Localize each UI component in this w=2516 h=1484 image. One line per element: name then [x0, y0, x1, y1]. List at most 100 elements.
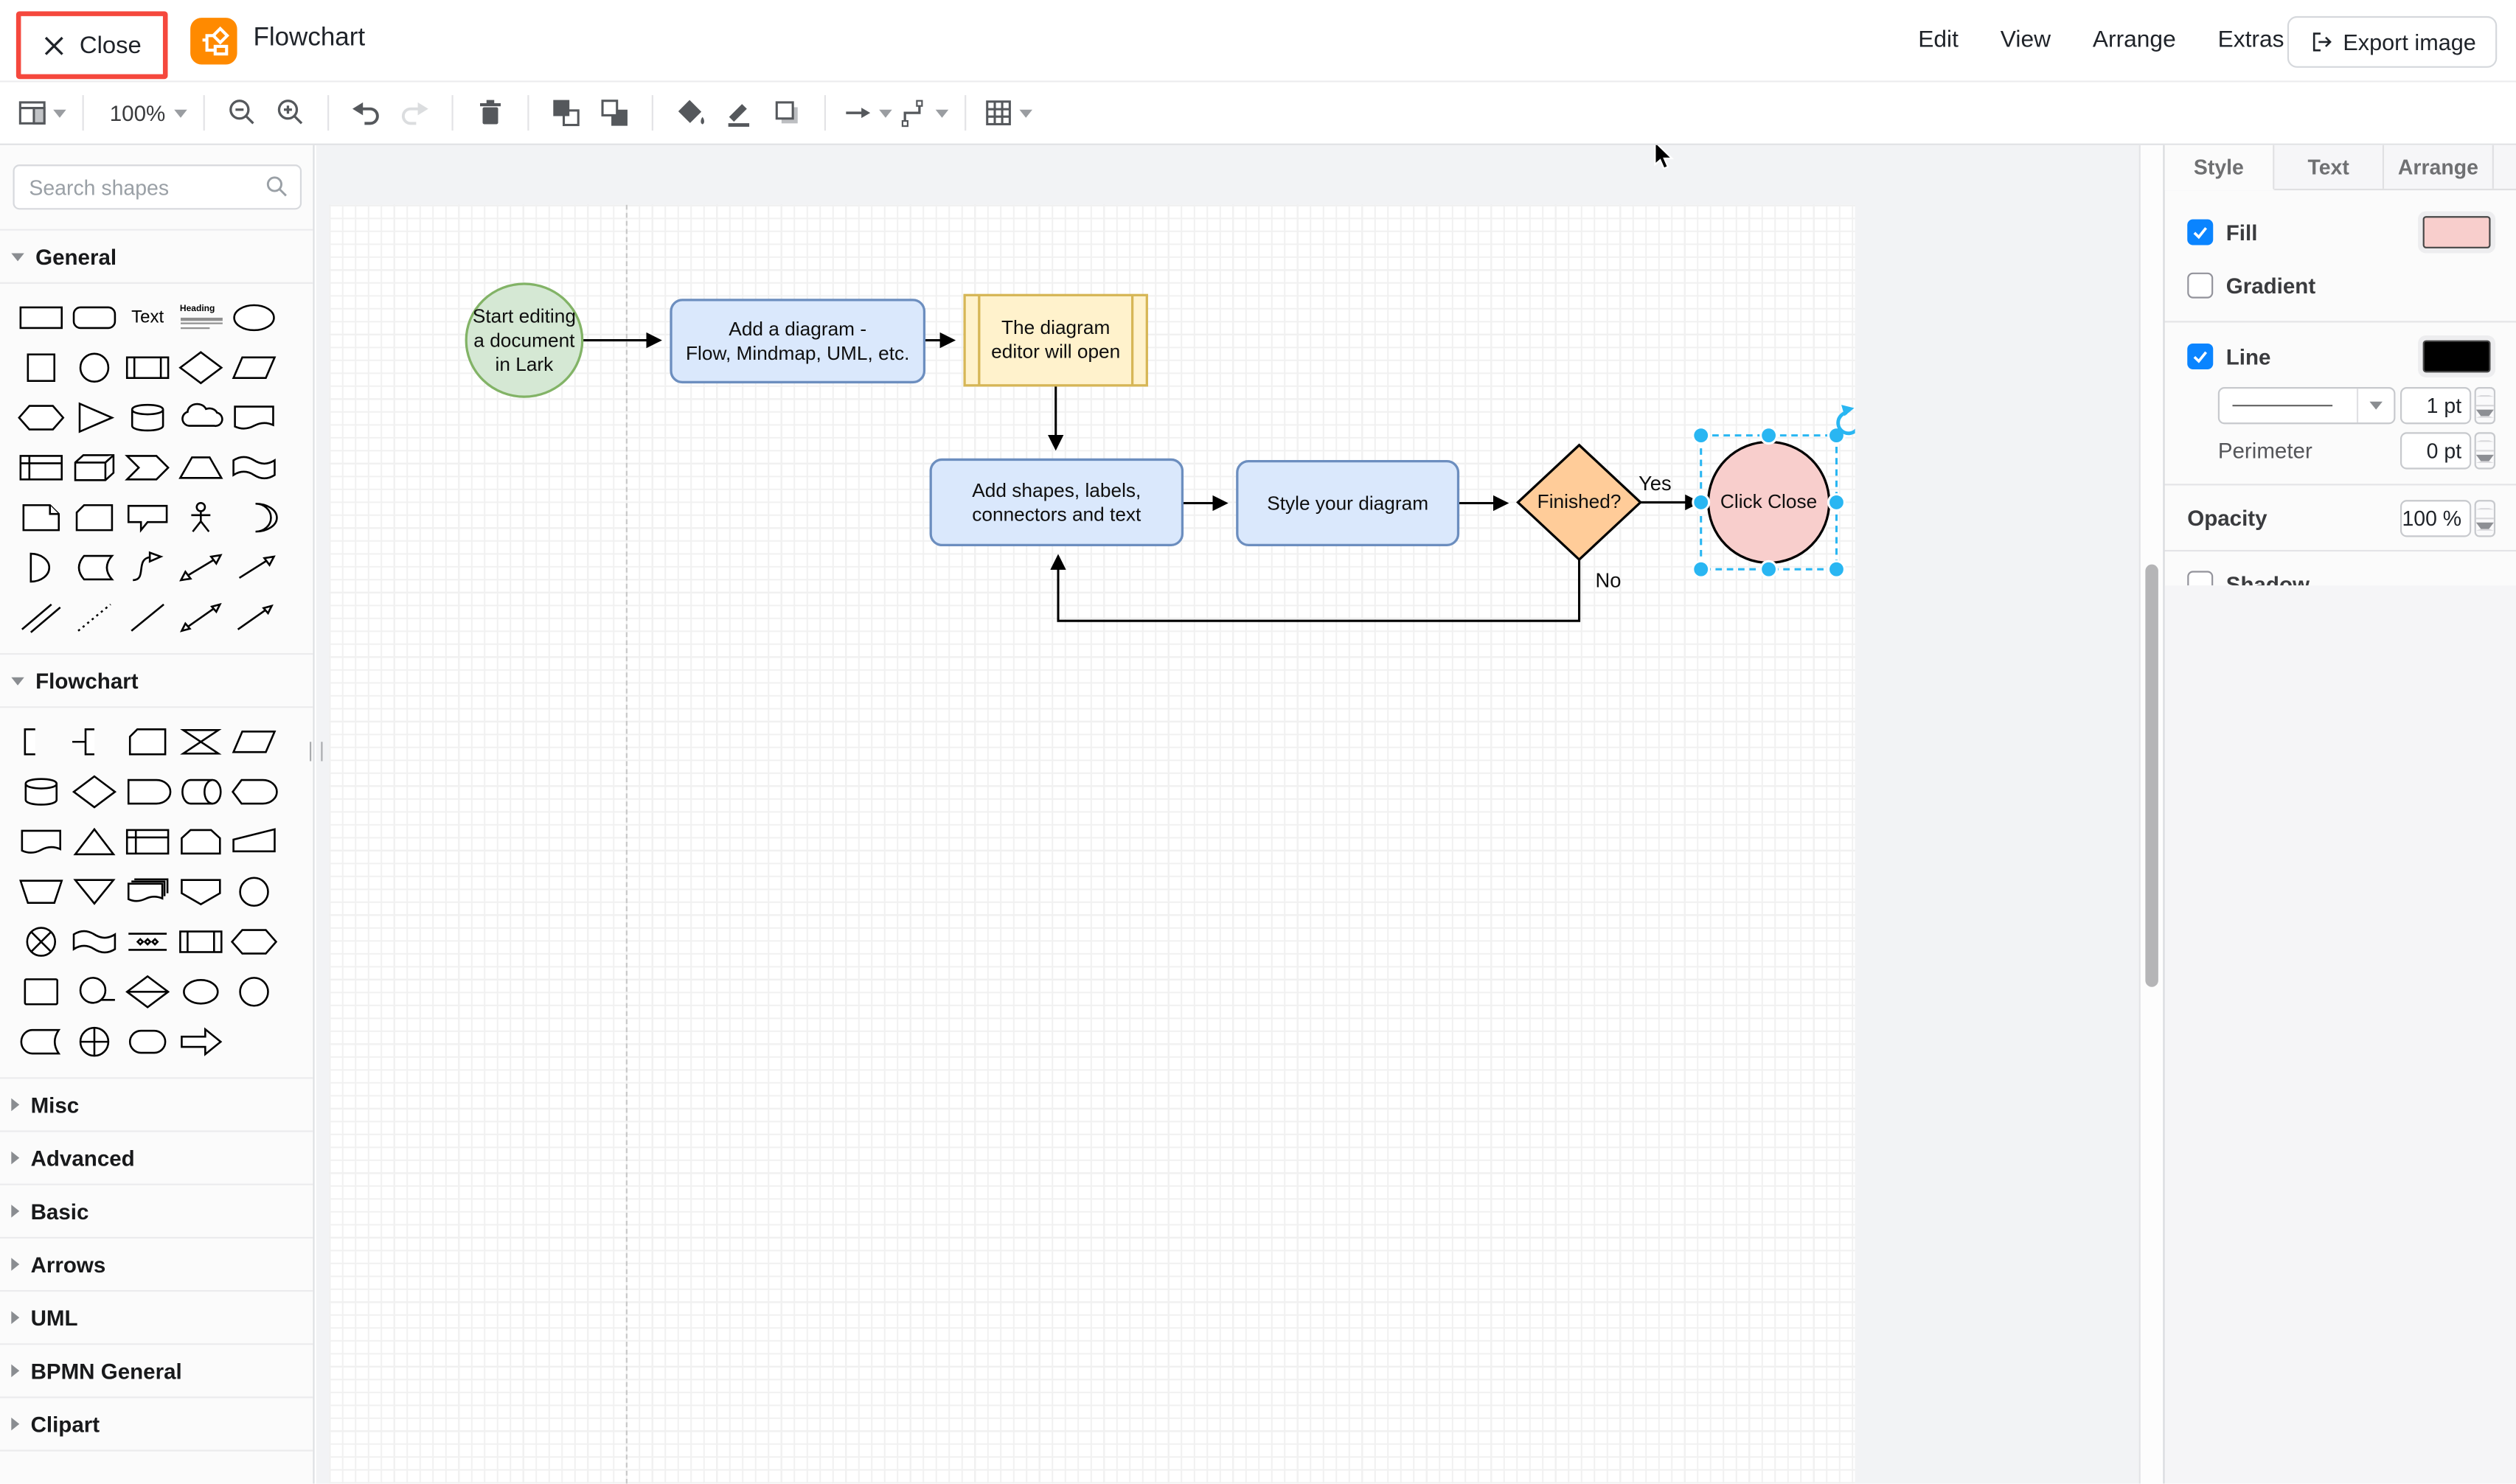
palette-shape-tape[interactable] [227, 442, 280, 492]
perimeter-input[interactable]: 0 pt [2400, 431, 2472, 469]
line-width-input[interactable]: 1 pt [2400, 386, 2472, 424]
palette-shape-double-line[interactable] [15, 592, 68, 642]
menu-item-extras[interactable]: Extras [2218, 27, 2284, 53]
fill-color-swatch[interactable] [2422, 216, 2491, 248]
node-click-close[interactable] [1706, 440, 1831, 565]
palette-shape-decision[interactable] [68, 766, 121, 816]
perimeter-stepper[interactable] [2474, 431, 2496, 469]
delete-button[interactable] [465, 91, 514, 136]
palette-shape-hexagon[interactable] [15, 392, 68, 442]
zoom-in-button[interactable] [265, 91, 314, 136]
fill-checkbox[interactable] [2187, 219, 2214, 245]
sidebar-section-uml[interactable]: UML [0, 1292, 313, 1345]
palette-shape-display[interactable] [227, 766, 280, 816]
palette-shape-line[interactable] [121, 592, 174, 642]
tab-arrange[interactable]: Arrange [2384, 144, 2494, 189]
palette-shape-arrow[interactable] [227, 542, 280, 592]
line-color-button[interactable] [714, 91, 762, 136]
export-image-button[interactable]: Export image [2286, 15, 2498, 68]
selection-handle[interactable] [1759, 426, 1779, 445]
palette-shape-paper-tape[interactable] [68, 916, 121, 966]
search-input[interactable] [13, 164, 302, 210]
connector-e-finished-loop[interactable] [1050, 554, 1581, 622]
selection-handle[interactable] [1692, 560, 1711, 579]
palette-shape-circle[interactable] [68, 342, 121, 392]
node-start[interactable] [465, 282, 584, 398]
to-back-button[interactable] [590, 91, 639, 136]
palette-shape-manual-operation[interactable] [227, 816, 280, 866]
zoom-out-button[interactable] [217, 91, 265, 136]
node-add-diagram[interactable] [670, 299, 926, 384]
sidebar-section-basic[interactable]: Basic [0, 1185, 313, 1239]
palette-shape-directional-connector[interactable] [227, 592, 280, 642]
palette-shape-annotation-2[interactable] [68, 716, 121, 766]
selection-handle[interactable] [1827, 492, 1846, 512]
shadow-button[interactable] [762, 91, 811, 136]
fill-color-button[interactable] [665, 91, 714, 136]
palette-shape-square[interactable] [15, 342, 68, 392]
palette-shape-parallelogram[interactable] [227, 342, 280, 392]
palette-shape-preparation[interactable] [227, 916, 280, 966]
tab-text[interactable]: Text [2274, 144, 2385, 189]
palette-shape-internal-storage[interactable] [121, 816, 174, 866]
palette-shape-dotted-line[interactable] [68, 592, 121, 642]
palette-shape-rounded-rectangle[interactable] [68, 292, 121, 342]
palette-shape-step[interactable] [121, 442, 174, 492]
sidebar-section-general[interactable]: General [0, 230, 313, 284]
line-width-stepper[interactable] [2474, 386, 2496, 424]
undo-button[interactable] [341, 91, 390, 136]
to-front-button[interactable] [541, 91, 590, 136]
zoom-level-dropdown[interactable]: 100% [97, 91, 190, 136]
selection-handle[interactable] [1827, 560, 1846, 579]
palette-shape-cube[interactable] [68, 442, 121, 492]
close-button[interactable]: Close [15, 11, 168, 80]
selection-handle[interactable] [1692, 426, 1711, 445]
node-add-shapes[interactable] [929, 458, 1184, 547]
sidebar-section-misc[interactable]: Misc [0, 1079, 313, 1132]
palette-shape-heading[interactable]: Heading [174, 292, 227, 342]
palette-shape-bidirectional-connector[interactable] [174, 592, 227, 642]
palette-shape-process[interactable] [15, 966, 68, 1016]
palette-shape-trapezoid[interactable] [174, 442, 227, 492]
palette-shape-card[interactable] [121, 716, 174, 766]
node-editor-open[interactable] [963, 293, 1148, 387]
palette-shape-data-storage[interactable] [68, 542, 121, 592]
palette-shape-cloud[interactable] [174, 392, 227, 442]
opacity-input[interactable]: 100 % [2400, 499, 2472, 537]
selection-handle[interactable] [1692, 492, 1711, 512]
palette-shape-rectangle[interactable] [15, 292, 68, 342]
palette-shape-summing-junction[interactable] [68, 1016, 121, 1066]
palette-shape-bidirectional-arrow[interactable] [174, 542, 227, 592]
palette-shape-ellipse[interactable] [227, 292, 280, 342]
palette-shape-stored-data[interactable] [15, 1016, 68, 1066]
canvas-area[interactable]: Yes No Start editing a document in Lark Ad… [316, 144, 2164, 1484]
palette-shape-transfer[interactable] [174, 1016, 227, 1066]
opacity-stepper[interactable] [2474, 499, 2496, 537]
palette-shape-diamond[interactable] [174, 342, 227, 392]
palette-shape-extract[interactable] [68, 816, 121, 866]
grid-button[interactable] [979, 91, 1035, 136]
sidebar-section-flowchart[interactable]: Flowchart [0, 655, 313, 708]
palette-shape-database[interactable] [15, 766, 68, 816]
palette-shape-callout[interactable] [121, 492, 174, 542]
palette-shape-manual-input[interactable] [15, 866, 68, 916]
menu-item-arrange[interactable]: Arrange [2093, 27, 2176, 53]
node-style-diagram[interactable] [1236, 459, 1460, 547]
palette-shape-text[interactable]: Text [121, 292, 174, 342]
palette-shape-actor[interactable] [174, 492, 227, 542]
palette-shape-note[interactable] [15, 492, 68, 542]
menu-item-edit[interactable]: Edit [1918, 27, 1959, 53]
node-finished[interactable] [1516, 443, 1643, 562]
palette-shape-or[interactable] [15, 916, 68, 966]
palette-shape-on-page-connector[interactable] [227, 966, 280, 1016]
view-panels-button[interactable] [13, 91, 70, 136]
tab-style[interactable]: Style [2164, 144, 2275, 191]
palette-shape-and[interactable] [15, 542, 68, 592]
palette-shape-curve[interactable] [121, 542, 174, 592]
palette-shape-merge[interactable] [68, 866, 121, 916]
waypoints-button[interactable] [894, 91, 951, 136]
sidebar-section-arrows[interactable]: Arrows [0, 1239, 313, 1292]
vertical-scrollbar-thumb[interactable] [2145, 564, 2158, 987]
palette-shape-or[interactable] [227, 492, 280, 542]
gradient-checkbox[interactable] [2187, 272, 2214, 299]
